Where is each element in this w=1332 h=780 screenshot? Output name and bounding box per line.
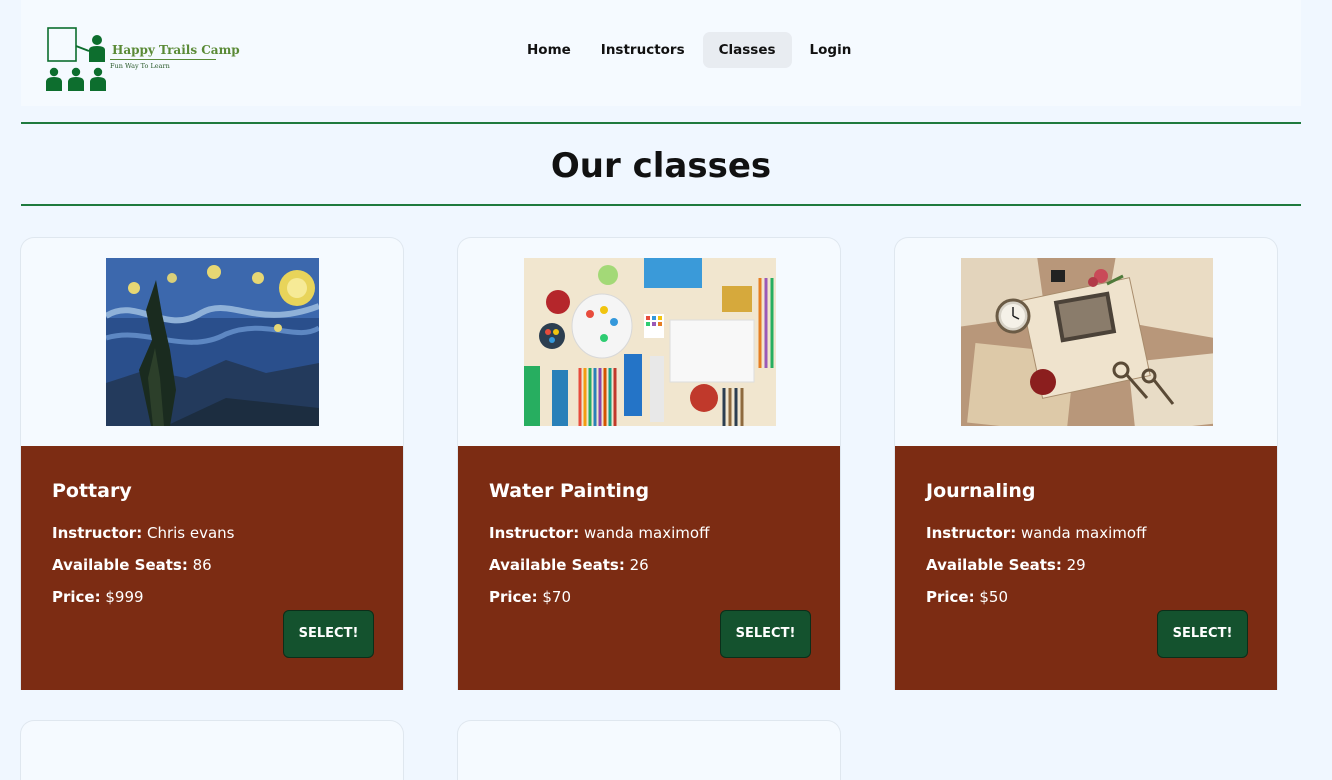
instructor-value: wanda maximoff [583,524,710,542]
class-price: Price: $50 [926,588,1008,606]
class-card-next-row [457,720,841,780]
class-card: Journaling Instructor: wanda maximoff Av… [894,237,1278,690]
class-seats: Available Seats: 26 [489,556,649,574]
nav-instructors[interactable]: Instructors [589,32,697,68]
select-button[interactable]: SELECT! [720,610,811,658]
class-image-vintage-letters [961,258,1213,426]
class-name: Pottary [52,480,132,502]
title-top-divider [21,122,1301,124]
select-button[interactable]: SELECT! [283,610,374,658]
class-card-next-row [20,720,404,780]
logo-tagline: Fun Way To Learn [110,62,170,70]
select-button[interactable]: SELECT! [1157,610,1248,658]
instructor-label: Instructor: [926,524,1017,542]
page-title: Our classes [550,146,772,186]
seats-value: 29 [1066,556,1086,574]
class-instructor: Instructor: wanda maximoff [489,524,709,542]
instructor-label: Instructor: [52,524,143,542]
class-card: Pottary Instructor: Chris evans Availabl… [20,237,404,690]
price-value: $70 [542,588,572,606]
instructor-label: Instructor: [489,524,580,542]
class-card-body: Pottary Instructor: Chris evans Availabl… [21,446,403,690]
class-price: Price: $70 [489,588,571,606]
class-seats: Available Seats: 29 [926,556,1086,574]
class-card: Water Painting Instructor: wanda maximof… [457,237,841,690]
class-instructor: Instructor: Chris evans [52,524,235,542]
price-label: Price: [489,588,538,606]
class-name: Journaling [926,480,1036,502]
seats-label: Available Seats: [926,556,1062,574]
price-value: $50 [979,588,1009,606]
logo-underline [110,59,216,60]
title-bottom-divider [21,204,1301,206]
class-image-starry-night [106,258,319,426]
class-seats: Available Seats: 86 [52,556,212,574]
seats-value: 86 [192,556,212,574]
instructor-value: wanda maximoff [1020,524,1147,542]
price-label: Price: [52,588,101,606]
instructor-value: Chris evans [146,524,235,542]
class-card-body: Water Painting Instructor: wanda maximof… [458,446,840,690]
seats-label: Available Seats: [489,556,625,574]
site-logo[interactable]: Happy Trails Camp Fun Way To Learn [45,24,240,94]
navbar: Happy Trails Camp Fun Way To Learn Home … [21,0,1301,106]
price-value: $999 [105,588,144,606]
seats-value: 26 [629,556,649,574]
nav-classes[interactable]: Classes [702,32,792,68]
price-label: Price: [926,588,975,606]
class-image-art-supplies [524,258,776,426]
class-name: Water Painting [489,480,650,502]
seats-label: Available Seats: [52,556,188,574]
logo-title: Happy Trails Camp [112,43,240,57]
class-card-body: Journaling Instructor: wanda maximoff Av… [895,446,1277,690]
teacher-students-icon [46,27,106,91]
main-nav: Home Instructors Classes Login [515,32,863,68]
class-instructor: Instructor: wanda maximoff [926,524,1146,542]
nav-home[interactable]: Home [515,32,583,68]
class-price: Price: $999 [52,588,144,606]
nav-login[interactable]: Login [798,32,864,68]
